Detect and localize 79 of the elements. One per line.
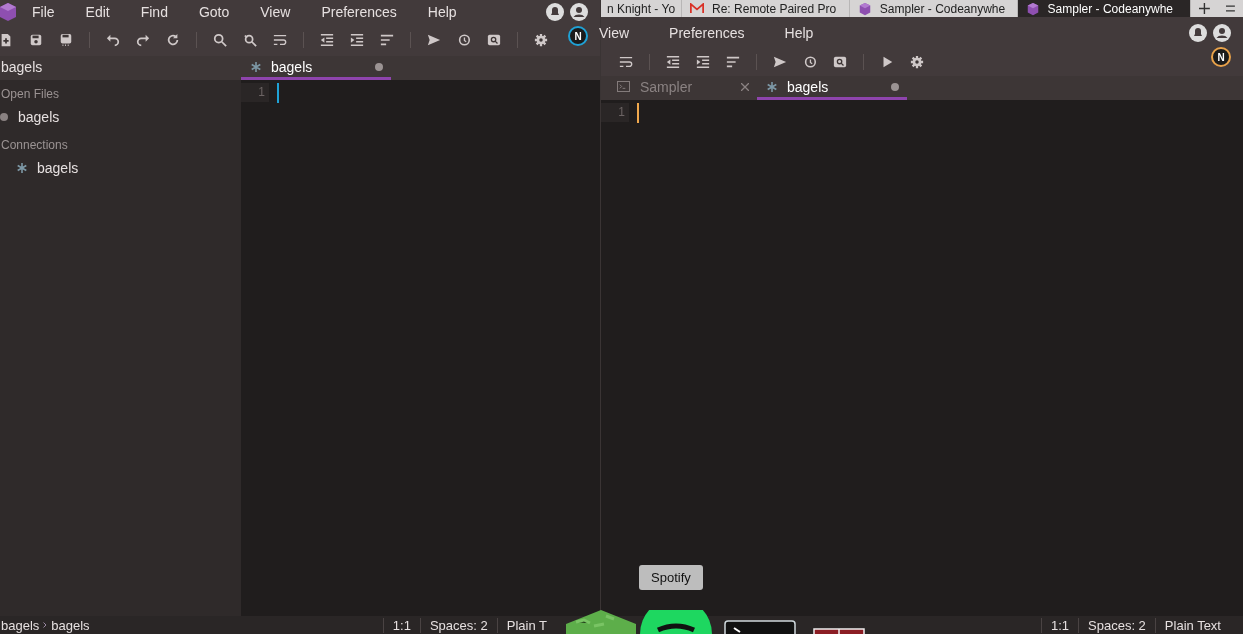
search-icon[interactable] <box>213 33 227 47</box>
close-icon[interactable] <box>741 82 749 91</box>
settings-icon[interactable] <box>910 55 924 69</box>
line-number: 1 <box>258 84 265 101</box>
text-cursor <box>277 83 279 103</box>
menu-item[interactable]: Edit <box>85 4 110 20</box>
outdent-icon[interactable] <box>320 33 334 47</box>
mail-icon <box>690 3 705 14</box>
menu-item[interactable]: Preferences <box>321 4 397 20</box>
terminal-app-icon[interactable] <box>724 620 796 634</box>
browser-tab[interactable]: Sampler - Codeanywhe <box>1017 0 1192 17</box>
menu-item[interactable]: Find <box>140 4 168 20</box>
asterisk-icon <box>17 163 27 173</box>
chevron-icon <box>43 622 48 628</box>
menu-icon[interactable] <box>1226 5 1235 12</box>
sidebar-item[interactable]: bagels <box>18 109 60 125</box>
language-mode[interactable]: Plain T <box>496 617 556 633</box>
asterisk-icon <box>251 61 261 72</box>
account-icon[interactable] <box>1213 23 1231 42</box>
cube-icon <box>1025 1 1040 16</box>
cube-logo-icon <box>0 2 18 22</box>
indent-setting[interactable]: Spaces: 2 <box>419 617 497 633</box>
refresh-icon[interactable] <box>166 33 180 47</box>
line-number: 1 <box>618 104 625 121</box>
save-all-icon[interactable] <box>59 33 73 47</box>
wrap-icon[interactable] <box>273 33 287 47</box>
menu-item[interactable]: Help <box>784 24 814 41</box>
window-grid-icon[interactable] <box>813 628 865 634</box>
cursor-position: 1:1 <box>1040 617 1079 633</box>
menu-item[interactable]: View <box>599 24 630 41</box>
user-avatar[interactable]: N <box>568 26 588 46</box>
unsaved-dot-icon <box>891 82 899 91</box>
settings-icon[interactable] <box>534 33 548 47</box>
music-app-icon[interactable] <box>640 610 712 634</box>
menu-item[interactable]: View <box>260 4 291 20</box>
send-icon[interactable] <box>427 33 441 47</box>
tooltip: Spotify <box>639 565 703 590</box>
breadcrumb-item[interactable]: bagels <box>1 617 40 633</box>
editor-tab[interactable]: bagels <box>757 76 907 100</box>
replace-icon[interactable] <box>243 33 257 47</box>
terminal-icon <box>617 81 630 92</box>
indent-icon[interactable] <box>696 55 710 69</box>
menu-item[interactable]: Preferences <box>669 24 745 41</box>
indent-icon[interactable] <box>350 33 364 47</box>
undo-icon[interactable] <box>106 33 120 47</box>
section-heading: Connections <box>0 137 69 154</box>
preview-icon[interactable] <box>833 55 847 69</box>
text-cursor <box>637 103 639 123</box>
redo-icon[interactable] <box>136 33 150 47</box>
breadcrumb-item[interactable]: bagels <box>51 617 90 633</box>
user-avatar[interactable]: N <box>1211 47 1231 67</box>
outdent-icon[interactable] <box>666 55 680 69</box>
cube-icon <box>857 1 872 16</box>
sidebar-item[interactable]: bagels <box>37 160 79 176</box>
sort-icon[interactable] <box>726 55 740 69</box>
new-tab-icon[interactable] <box>1199 3 1211 14</box>
history-icon[interactable] <box>803 55 817 69</box>
save-icon[interactable] <box>29 33 43 47</box>
account-icon[interactable] <box>570 3 588 21</box>
unsaved-dot-icon <box>375 62 383 71</box>
notification-icon[interactable] <box>1189 23 1207 42</box>
notification-icon[interactable] <box>546 3 564 21</box>
menu-item[interactable]: Goto <box>198 4 230 20</box>
project-title: bagels <box>0 56 241 80</box>
new-file-icon[interactable] <box>0 33 13 47</box>
menu-item[interactable]: Help <box>427 4 457 20</box>
indent-setting[interactable]: Spaces: 2 <box>1078 617 1155 633</box>
preview-icon[interactable] <box>487 33 501 47</box>
wrap-icon[interactable] <box>619 55 633 69</box>
file-dot-icon <box>0 113 8 121</box>
asterisk-icon <box>767 81 777 92</box>
send-icon[interactable] <box>773 55 787 69</box>
history-icon[interactable] <box>457 33 471 47</box>
language-mode[interactable]: Plain Text <box>1154 617 1243 633</box>
menu-item[interactable]: File <box>32 4 55 20</box>
cursor-position: 1:1 <box>382 617 420 633</box>
sort-icon[interactable] <box>380 33 394 47</box>
section-heading: Open Files <box>0 86 61 103</box>
grass-block-icon[interactable] <box>566 610 636 634</box>
